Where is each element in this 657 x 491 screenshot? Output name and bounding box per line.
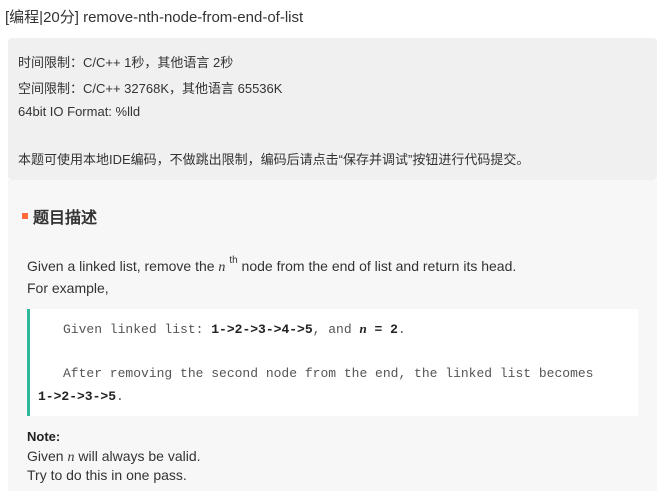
code-list: 1->2->3->4->5 [211,322,313,337]
code-text: . [116,389,124,404]
square-bullet-icon [22,213,28,219]
code-line-3: 1->2->3->5. [38,389,124,404]
time-limit: 时间限制：C/C++ 1秒，其他语言 2秒 [18,55,234,70]
code-line-1: Given linked list: 1->2->3->4->5, and n … [63,321,406,337]
desc-th: th [229,255,238,266]
ide-note: 本题可使用本地IDE编码，不做跳出限制，编码后请点击“保存并调试”按钮进行代码提… [18,152,530,167]
description-line-1: Given a linked list, remove the n th nod… [27,255,517,276]
code-val: 2 [390,322,398,337]
memory-limit: 空间限制：C/C++ 32768K，其他语言 65536K [18,81,283,96]
code-text: Given linked list: [63,322,212,337]
desc-n: n [218,260,226,275]
problem-description: 题目描述 Given a linked list, remove the n t… [8,180,657,491]
desc-text-b: node from the end of list and return its… [237,258,517,274]
description-line-2: For example, [27,280,109,296]
note-line-2: Try to do this in one pass. [27,467,187,483]
code-text: . [397,322,406,337]
desc-text-a: Given a linked list, remove the [27,258,219,274]
note-text: will always be valid. [74,448,201,464]
note-heading: Note: [27,429,61,444]
problem-title: [编程|20分] remove-nth-node-from-end-of-lis… [5,9,304,26]
note-text: Given [27,448,68,464]
section-heading-text: 题目描述 [33,210,98,227]
code-line-2: After removing the second node from the … [63,366,594,381]
io-format: 64bit IO Format: %lld [18,104,141,119]
section-heading: 题目描述 [22,204,97,228]
code-text: , and [312,322,360,337]
limits-panel: 时间限制：C/C++ 1秒，其他语言 2秒 空间限制：C/C++ 32768K，… [8,38,657,180]
code-block: Given linked list: 1->2->3->4->5, and n … [27,309,638,416]
code-result-list: 1->2->3->5 [38,389,117,404]
code-eq: = [366,322,391,337]
note-line-1: Given n will always be valid. [27,448,201,466]
code-n: n [359,321,367,336]
